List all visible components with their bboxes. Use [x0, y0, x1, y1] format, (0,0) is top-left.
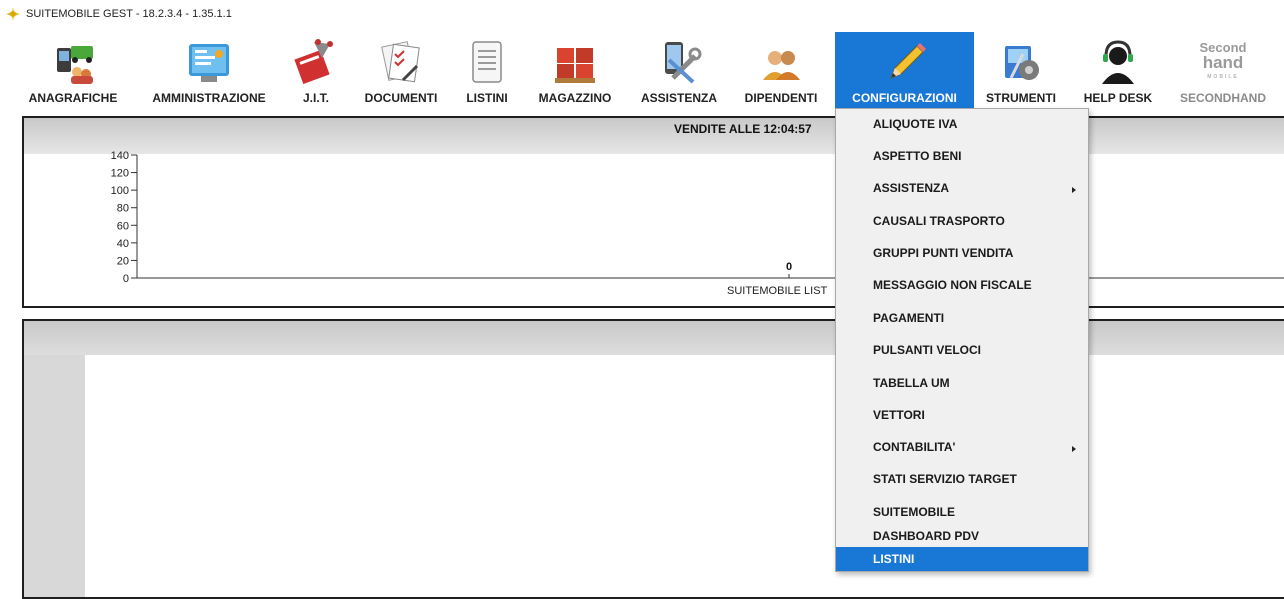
toolbar-dipendenti[interactable]: DIPENDENTI: [734, 32, 828, 108]
y-tick-label: 0: [123, 273, 129, 285]
toolbar-strumenti[interactable]: STRUMENTI: [980, 32, 1062, 108]
toolbar-documenti[interactable]: DOCUMENTI: [356, 32, 446, 108]
menu-item[interactable]: VETTORI: [836, 408, 1088, 422]
x-tick-label: SUITEMOBILE LIST: [727, 285, 828, 297]
toolbar-label: HELP DESK: [1083, 91, 1153, 105]
title-bar: SUITEMOBILE GEST - 18.2.3.4 - 1.35.1.1: [0, 0, 1284, 28]
menu-item-label: GRUPPI PUNTI VENDITA: [873, 246, 1014, 260]
toolbar-label: DIPENDENTI: [744, 91, 818, 105]
menu-item-label: MESSAGGIO NON FISCALE: [873, 278, 1032, 292]
toolbar-listini[interactable]: LISTINI: [458, 32, 516, 108]
listini-icon: [472, 41, 502, 83]
menu-item[interactable]: LISTINI: [836, 547, 1088, 571]
window-title: SUITEMOBILE GEST - 18.2.3.4 - 1.35.1.1: [26, 8, 232, 20]
menu-item-label: LISTINI: [873, 552, 915, 566]
toolbar-configurazioni[interactable]: CONFIGURAZIONI: [835, 32, 974, 108]
menu-item-label: TABELLA UM: [873, 376, 950, 390]
menu-item-label: VETTORI: [873, 408, 925, 422]
toolbar-label: DOCUMENTI: [364, 91, 438, 105]
assistenza-icon: [665, 42, 702, 84]
toolbar-secondhand[interactable]: Second hand MOBILE SECONDHAND: [1168, 32, 1278, 108]
toolbar-label: STRUMENTI: [986, 91, 1056, 105]
menu-item-label: CONTABILITA': [873, 440, 956, 454]
y-tick-label: 60: [117, 220, 129, 232]
menu-item-label: PAGAMENTI: [873, 311, 945, 325]
toolbar-anagrafiche[interactable]: ANAGRAFICHE: [18, 32, 128, 108]
menu-item[interactable]: CONTABILITA': [836, 440, 1088, 454]
plot-area: [137, 154, 1284, 278]
secondhand-logo-word3: MOBILE: [1207, 74, 1238, 80]
dipendenti-icon: [763, 51, 800, 80]
submenu-arrow-icon: [1072, 446, 1076, 452]
data-label: 0: [786, 261, 792, 273]
toolbar-assistenza[interactable]: ASSISTENZA: [632, 32, 726, 108]
menu-item-label: ASPETTO BENI: [873, 149, 962, 163]
toolbar-amministrazione[interactable]: AMMINISTRAZIONE: [137, 32, 281, 108]
toolbar-jit[interactable]: J.I.T.: [287, 32, 345, 108]
headset-icon: [1102, 40, 1134, 84]
anagrafiche-icon: [57, 46, 93, 84]
configurazioni-menu: ALIQUOTE IVA ASPETTO BENI ASSISTENZA CAUSAL…: [835, 108, 1089, 572]
y-tick-label: 20: [117, 255, 129, 267]
y-tick-label: 120: [111, 168, 129, 180]
menu-item[interactable]: DASHBOARD PDV: [836, 529, 1088, 543]
menu-item[interactable]: ASPETTO BENI: [836, 149, 1088, 163]
y-tick-label: 140: [111, 150, 129, 162]
main-toolbar: ANAGRAFICHE AMMINISTRAZIONE J.I.T. DOCUM…: [0, 32, 1284, 108]
documenti-icon: [381, 41, 420, 83]
menu-item[interactable]: PAGAMENTI: [836, 311, 1088, 325]
menu-item-label: PULSANTI VELOCI: [873, 343, 982, 357]
app-logo-icon: [6, 7, 20, 21]
strumenti-icon: [1005, 46, 1039, 80]
menu-item[interactable]: TABELLA UM: [836, 376, 1088, 390]
secondhand-logo-word2: hand: [1203, 53, 1244, 72]
menu-item[interactable]: ASSISTENZA: [836, 181, 1088, 195]
sales-chart-panel: VENDITE ALLE 12:04:57 140 120 100 80 60 40 20 0…: [22, 116, 1284, 308]
menu-item[interactable]: GRUPPI PUNTI VENDITA: [836, 246, 1088, 260]
toolbar-label: LISTINI: [466, 91, 508, 105]
menu-item-label: DASHBOARD PDV: [873, 529, 980, 543]
pencil-icon: [889, 43, 926, 79]
menu-item-label: ASSISTENZA: [873, 181, 950, 195]
toolbar-magazzino[interactable]: MAGAZZINO: [525, 32, 625, 108]
submenu-arrow-icon: [1072, 187, 1076, 193]
content-panel: [22, 319, 1284, 599]
secondhand-logo: Second hand MOBILE: [1200, 40, 1247, 80]
menu-item[interactable]: ALIQUOTE IVA: [836, 117, 1088, 131]
content-header-band: [24, 321, 1284, 355]
toolbar-label: J.I.T.: [302, 91, 329, 105]
amministrazione-icon: [189, 44, 229, 82]
menu-item[interactable]: SUITEMOBILE: [836, 505, 1088, 519]
toolbar-label: AMMINISTRAZIONE: [152, 91, 266, 105]
content-canvas: [85, 355, 1284, 597]
toolbar-label: ASSISTENZA: [640, 91, 717, 105]
menu-item-label: CAUSALI TRASPORTO: [873, 214, 1005, 228]
toolbar-label: ANAGRAFICHE: [28, 91, 118, 105]
toolbar-label: SECONDHAND: [1179, 91, 1266, 105]
menu-item-label: STATI SERVIZIO TARGET: [873, 472, 1017, 486]
sales-chart: 140 120 100 80 60 40 20 0 0 SUITEMOBILE LIST: [111, 150, 1284, 297]
menu-item-label: ALIQUOTE IVA: [873, 117, 958, 131]
jit-icon: [294, 39, 333, 85]
y-tick-label: 80: [117, 203, 129, 215]
y-tick-label: 40: [117, 238, 129, 250]
toolbar-label: MAGAZZINO: [538, 91, 612, 105]
y-tick-label: 100: [111, 185, 129, 197]
menu-item[interactable]: STATI SERVIZIO TARGET: [836, 472, 1088, 486]
menu-item[interactable]: PULSANTI VELOCI: [836, 343, 1088, 357]
menu-item-label: SUITEMOBILE: [873, 505, 956, 519]
toolbar-label: CONFIGURAZIONI: [852, 91, 957, 105]
toolbar-help-desk[interactable]: HELP DESK: [1074, 32, 1162, 108]
magazzino-icon: [555, 48, 595, 83]
menu-item[interactable]: MESSAGGIO NON FISCALE: [836, 278, 1088, 292]
menu-item[interactable]: CAUSALI TRASPORTO: [836, 214, 1088, 228]
